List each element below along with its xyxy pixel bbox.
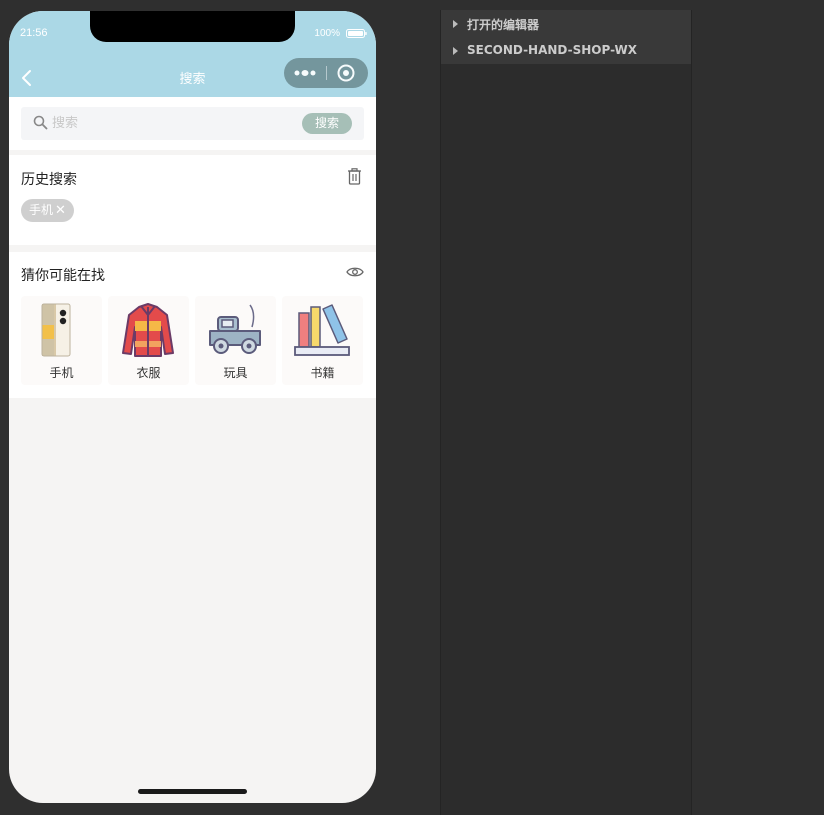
- chevron-right-icon: [453, 47, 458, 55]
- ide-workspace: 21:56 100% 搜索 搜索 搜索 历史搜索 手机 ✕ 猜你可能在找 手机 …: [0, 0, 824, 815]
- toy-truck-icon: [209, 304, 261, 354]
- category-toys[interactable]: 玩具: [195, 296, 276, 385]
- category-label: 书籍: [310, 366, 335, 380]
- trash-icon[interactable]: [347, 168, 362, 185]
- category-label: 玩具: [223, 366, 248, 380]
- target-circle-icon: [337, 64, 355, 82]
- more-button[interactable]: [284, 58, 326, 88]
- history-section: 历史搜索 手机 ✕: [9, 155, 376, 245]
- close-mini-program-button[interactable]: [327, 58, 368, 88]
- category-label: 手机: [49, 366, 74, 380]
- guess-title: 猜你可能在找: [21, 268, 105, 284]
- file-explorer-panel: 打开的编辑器 SECOND-HAND-SHOP-WX: [440, 10, 692, 815]
- explorer-project-folder[interactable]: SECOND-HAND-SHOP-WX: [441, 37, 691, 64]
- books-icon: [294, 304, 350, 356]
- explorer-open-editors[interactable]: 打开的编辑器: [441, 10, 691, 37]
- guess-section: 猜你可能在找 手机 衣服 玩具 书籍: [9, 252, 376, 398]
- home-indicator: [138, 789, 247, 794]
- mini-program-capsule: [284, 58, 368, 88]
- jacket-icon: [122, 303, 174, 357]
- eye-icon[interactable]: [346, 266, 364, 278]
- chevron-right-icon: [453, 20, 458, 28]
- battery-icon: [346, 29, 367, 38]
- category-label: 衣服: [136, 366, 161, 380]
- explorer-item-label: SECOND-HAND-SHOP-WX: [467, 43, 637, 57]
- phone-icon: [41, 303, 71, 357]
- search-input[interactable]: [52, 113, 292, 133]
- search-section: 搜索: [9, 97, 376, 150]
- more-dots-icon: [294, 70, 316, 76]
- phone-notch: [90, 11, 295, 42]
- simulator-phone: 21:56 100% 搜索 搜索 搜索 历史搜索 手机 ✕ 猜你可能在找 手机 …: [9, 11, 376, 803]
- history-tag-label: 手机: [29, 203, 54, 217]
- category-clothes[interactable]: 衣服: [108, 296, 189, 385]
- battery-percentage: 100%: [314, 28, 340, 39]
- explorer-item-label: 打开的编辑器: [467, 18, 540, 32]
- tag-close-icon[interactable]: ✕: [55, 203, 66, 218]
- category-books[interactable]: 书籍: [282, 296, 363, 385]
- history-tag[interactable]: 手机 ✕: [21, 199, 74, 222]
- search-icon: [33, 115, 48, 130]
- history-title: 历史搜索: [21, 172, 77, 188]
- search-button[interactable]: 搜索: [302, 113, 352, 134]
- search-box: 搜索: [21, 107, 364, 140]
- navigation-header: 21:56 100% 搜索: [9, 11, 376, 97]
- category-phone[interactable]: 手机: [21, 296, 102, 385]
- status-time: 21:56: [20, 27, 48, 39]
